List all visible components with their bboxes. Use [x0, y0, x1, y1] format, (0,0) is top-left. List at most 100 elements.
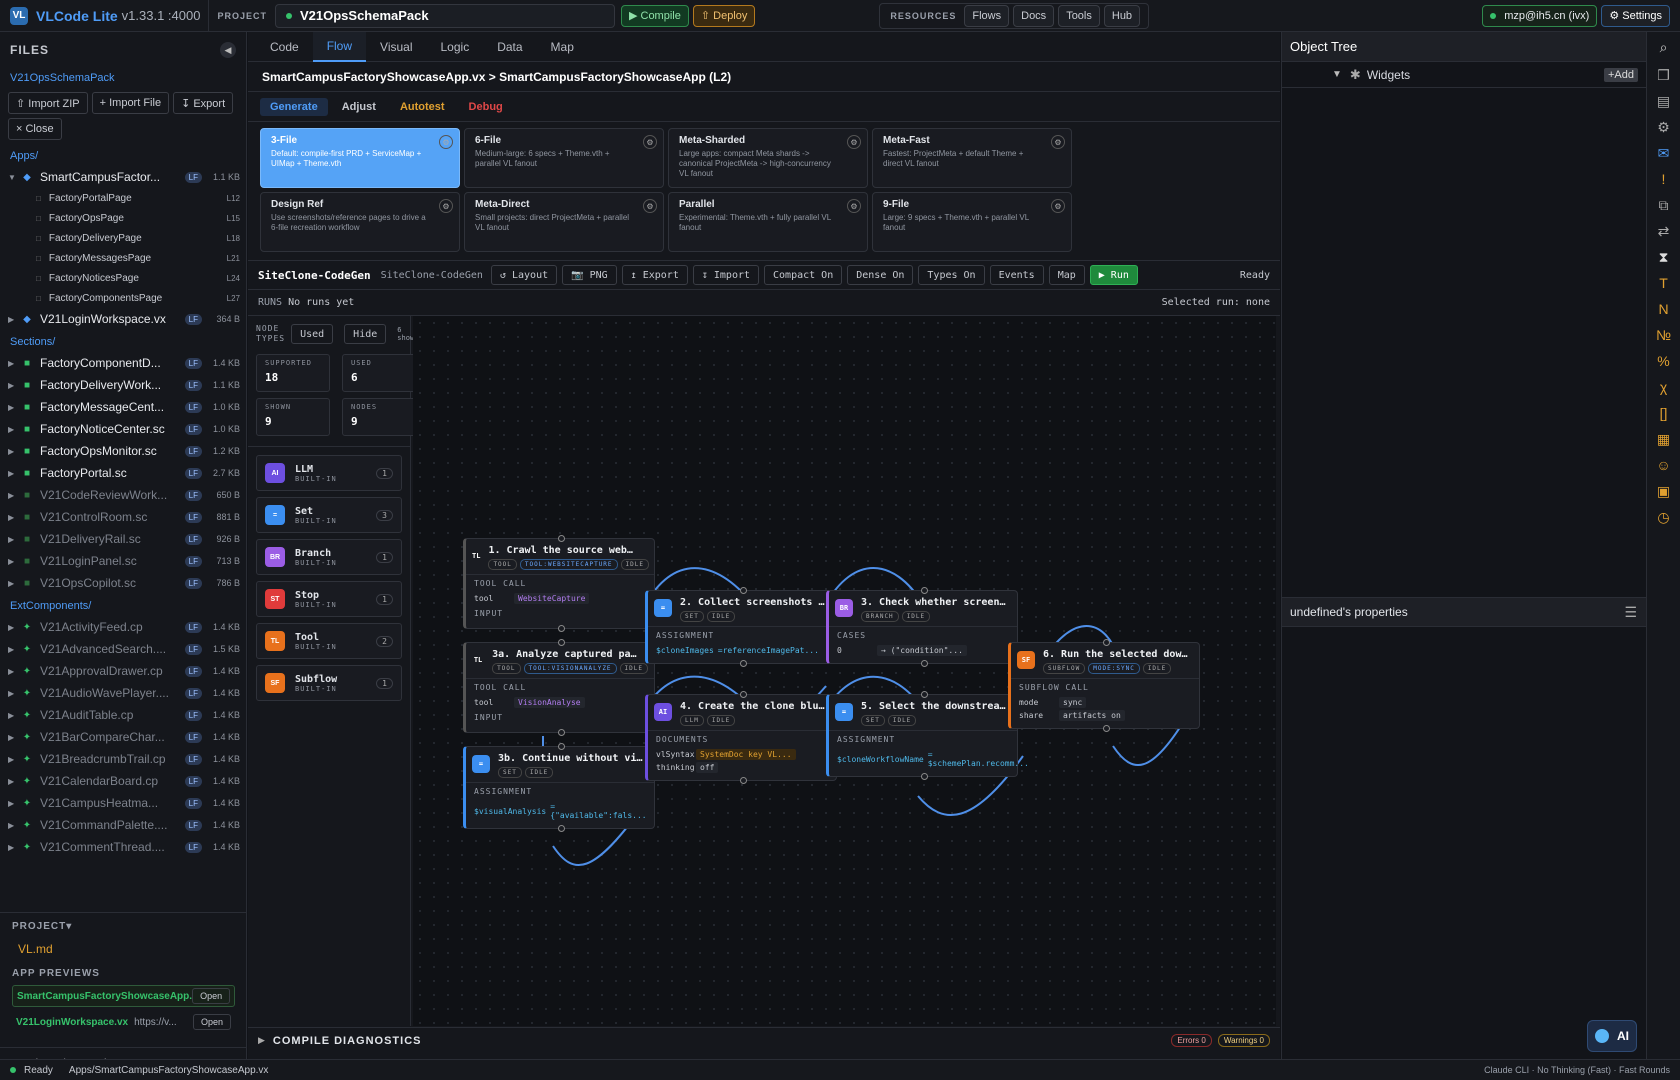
errors-badge[interactable]: Errors 0 [1171, 1034, 1212, 1047]
flow-node[interactable]: SF 6. Run the selected dow... SUBFLOW MODE:… [1008, 639, 1200, 732]
caret-icon[interactable]: ▶ [8, 645, 20, 654]
book-icon[interactable]: ▤ [1647, 88, 1680, 114]
caret-icon[interactable]: ▶ [8, 843, 20, 852]
component-file-row[interactable]: ▶ ✦ V21BreadcrumbTrail.cp LF 1.4 KB [0, 748, 246, 770]
component-file-row[interactable]: ▶ ✦ V21CommandPalette.... LF 1.4 KB [0, 814, 246, 836]
app-file-row[interactable]: ▼ ◆ SmartCampusFactor... LF 1.1 KB [0, 166, 246, 188]
caret-icon[interactable]: ▶ [8, 821, 20, 830]
caret-icon[interactable]: ▶ [8, 447, 20, 456]
caret-icon[interactable]: ▶ [8, 315, 20, 324]
component-file-row[interactable]: ▶ ✦ V21CampusHeatma... LF 1.4 KB [0, 792, 246, 814]
gear-icon[interactable]: ⚙ [439, 135, 453, 149]
gear-icon[interactable]: ⚙ [1051, 199, 1065, 213]
workflow-card[interactable]: 6-File Medium-large: 6 specs + Theme.vth … [464, 128, 664, 188]
section-file-row[interactable]: ▶ ■ V21CodeReviewWork... LF 650 B [0, 484, 246, 506]
tab-generate[interactable]: Generate [260, 97, 328, 116]
node-input-port[interactable] [558, 743, 565, 750]
tab-debug[interactable]: Debug [459, 98, 513, 116]
tab-map[interactable]: Map [537, 32, 588, 62]
node-type-row[interactable]: AI LLM BUILT-IN 1 [256, 455, 402, 491]
section-file-row[interactable]: ▶ ■ V21DeliveryRail.sc LF 926 B [0, 528, 246, 550]
section-file-row[interactable]: ▶ ■ FactoryPortal.sc LF 2.7 KB [0, 462, 246, 484]
bracket-icon[interactable]: [] [1647, 400, 1680, 426]
search-icon[interactable]: ⌕ [1647, 32, 1680, 62]
flow-node[interactable]: TL 3a. Analyze captured pa... TOOL TOOL:VIS… [463, 639, 655, 736]
caret-icon[interactable]: ▶ [8, 733, 20, 742]
flow-node[interactable]: BR 3. Check whether screen... BRANCH IDLE CA… [826, 587, 1018, 667]
flow-node[interactable]: = 5. Select the downstrea... SET IDLE ASSIGN… [826, 691, 1029, 780]
copy-icon[interactable]: ⧉ [1647, 192, 1680, 218]
app-file-row[interactable]: ▶ ◆ V21LoginWorkspace.vx LF 364 B [0, 308, 246, 330]
project-link[interactable]: V21OpsSchemaPack [0, 68, 246, 88]
tab-code[interactable]: Code [256, 32, 313, 62]
toolbar-button[interactable]: 📷 PNG [562, 265, 617, 285]
variable-x-icon[interactable]: χ [1647, 374, 1680, 400]
close-button[interactable]: × Close [8, 118, 62, 140]
component-file-row[interactable]: ▶ ✦ V21ApprovalDrawer.cp LF 1.4 KB [0, 660, 246, 682]
component-file-row[interactable]: ▶ ✦ V21CalendarBoard.cp LF 1.4 KB [0, 770, 246, 792]
warnings-badge[interactable]: Warnings 0 [1217, 1034, 1270, 1047]
node-input-port[interactable] [921, 587, 928, 594]
vl-md-file[interactable]: VL.md [0, 940, 246, 958]
component-file-row[interactable]: ▶ ✦ V21AuditTable.cp LF 1.4 KB [0, 704, 246, 726]
caret-icon[interactable]: ▶ [8, 667, 20, 676]
node-input-port[interactable] [1103, 639, 1110, 646]
caret-icon[interactable]: ▶ [8, 535, 20, 544]
gear-icon[interactable]: ⚙ [643, 135, 657, 149]
swap-icon[interactable]: ⇄ [1647, 218, 1680, 244]
used-filter-button[interactable]: Used [291, 324, 334, 344]
user-account[interactable]: mzp@ih5.cn (ivx) [1482, 4, 1598, 27]
caret-icon[interactable]: ▶ [8, 359, 20, 368]
node-input-port[interactable] [558, 535, 565, 542]
preview-row[interactable]: SmartCampusFactoryShowcaseApp. Open [12, 985, 235, 1007]
gear-box-icon[interactable]: ⚙ [1647, 114, 1680, 140]
clock-icon[interactable]: ◷ [1647, 504, 1680, 530]
component-file-row[interactable]: ▶ ✦ V21BarCompareChar... LF 1.4 KB [0, 726, 246, 748]
grid-icon[interactable]: ▦ [1647, 426, 1680, 452]
hub-button[interactable]: Hub [1103, 4, 1141, 27]
node-type-row[interactable]: = Set BUILT-IN 3 [256, 497, 402, 533]
gear-icon[interactable]: ⚙ [1051, 135, 1065, 149]
run-button[interactable]: ▶ Run [1089, 265, 1138, 285]
node-input-port[interactable] [740, 691, 747, 698]
page-row[interactable]: □ FactoryOpsPage L15 [0, 208, 246, 228]
section-file-row[interactable]: ▶ ■ V21LoginPanel.sc LF 713 B [0, 550, 246, 572]
gear-icon[interactable]: ⚙ [847, 135, 861, 149]
expand-icon[interactable]: ▼ [1332, 69, 1342, 80]
cube-icon[interactable]: ❒ [1647, 62, 1680, 88]
settings-button[interactable]: ⚙ Settings [1601, 4, 1670, 27]
caret-icon[interactable]: ▶ [8, 579, 20, 588]
chat-icon[interactable]: ✉ [1647, 140, 1680, 166]
caret-icon[interactable]: ▶ [8, 491, 20, 500]
caret-icon[interactable]: ▶ [8, 557, 20, 566]
compile-diagnostics-bar[interactable]: ▶ COMPILE DIAGNOSTICS Errors 0 Warnings … [248, 1027, 1280, 1053]
caret-icon[interactable]: ▶ [8, 513, 20, 522]
compile-button[interactable]: ▶ Compile [620, 4, 689, 27]
node-type-row[interactable]: BR Branch BUILT-IN 1 [256, 539, 402, 575]
node-input-port[interactable] [921, 691, 928, 698]
flow-node[interactable]: TL 1. Crawl the source web... TOOL TOOL:WEB… [463, 535, 655, 632]
export-button[interactable]: ↧ Export [173, 92, 234, 114]
component-file-row[interactable]: ▶ ✦ V21CommentThread.... LF 1.4 KB [0, 836, 246, 858]
page-row[interactable]: □ FactoryDeliveryPage L18 [0, 228, 246, 248]
node-output-port[interactable] [558, 729, 565, 736]
caret-icon[interactable]: ▶ [8, 469, 20, 478]
workflow-card[interactable]: Meta-Direct Small projects: direct Projec… [464, 192, 664, 252]
import-zip-button[interactable]: ⇧ Import ZIP [8, 92, 88, 114]
section-file-row[interactable]: ▶ ■ V21ControlRoom.sc LF 881 B [0, 506, 246, 528]
flow-node[interactable]: AI 4. Create the clone blu... LLM IDLE DOCUM… [645, 691, 837, 784]
toolbar-button[interactable]: ↧ Import [692, 265, 760, 285]
hide-button[interactable]: Hide [344, 324, 387, 344]
toolbar-button[interactable]: Compact On [764, 265, 843, 285]
caret-icon[interactable]: ▶ [8, 623, 20, 632]
add-widget-button[interactable]: +Add [1604, 67, 1638, 82]
toolbar-button[interactable]: Events [989, 265, 1044, 285]
component-file-row[interactable]: ▶ ✦ V21AdvancedSearch.... LF 1.5 KB [0, 638, 246, 660]
node-output-port[interactable] [740, 777, 747, 784]
component-file-row[interactable]: ▶ ✦ V21ActivityFeed.cp LF 1.4 KB [0, 616, 246, 638]
caret-icon[interactable]: ▶ [8, 425, 20, 434]
preview-open-button[interactable]: Open [192, 1014, 231, 1030]
preview-open-button[interactable]: Open [192, 988, 231, 1004]
tab-autotest[interactable]: Autotest [390, 98, 455, 116]
preview-row[interactable]: V21LoginWorkspace.vx https://v... Open [12, 1011, 235, 1033]
